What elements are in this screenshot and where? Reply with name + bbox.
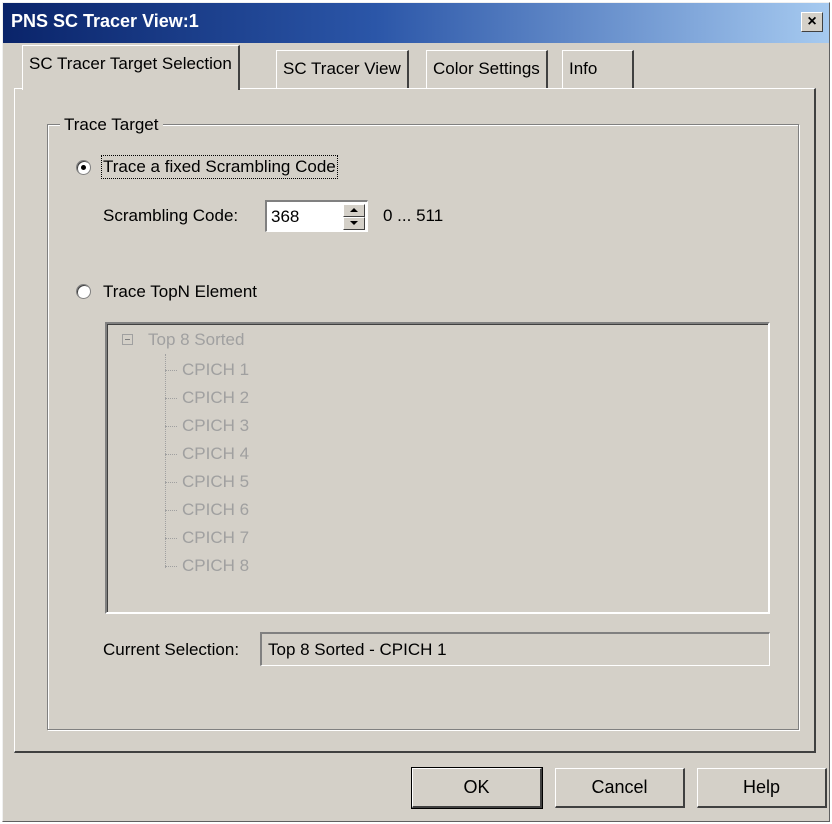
spin-up-icon[interactable] — [343, 204, 365, 217]
trace-topn-radio[interactable] — [76, 284, 91, 299]
current-selection-field: Top 8 Sorted - CPICH 1 — [260, 632, 770, 666]
tree-item-cpich-8[interactable]: CPICH 8 — [165, 556, 249, 576]
current-selection-label: Current Selection: — [103, 640, 240, 659]
tab-color-settings[interactable]: Color Settings — [426, 50, 548, 88]
close-icon: × — [807, 13, 817, 30]
tree-item-cpich-5[interactable]: CPICH 5 — [165, 472, 249, 492]
title-bar[interactable]: PNS SC Tracer View:1 × — [3, 3, 829, 43]
tab-label: SC Tracer Target Selection — [29, 54, 232, 73]
spinner-buttons — [343, 204, 365, 230]
cancel-button[interactable]: Cancel — [555, 768, 685, 808]
scrambling-code-range: 0 ... 511 — [383, 206, 444, 225]
tree-item-cpich-2[interactable]: CPICH 2 — [165, 388, 249, 408]
spin-down-icon[interactable] — [343, 217, 365, 230]
tree-item-cpich-4[interactable]: CPICH 4 — [165, 444, 249, 464]
scrambling-code-value[interactable]: 368 — [271, 207, 299, 227]
tab-label: Info — [569, 59, 598, 78]
tab-label: SC Tracer View — [283, 59, 401, 78]
trace-target-label: Trace Target — [60, 115, 163, 135]
ok-button[interactable]: OK — [411, 767, 543, 809]
close-button[interactable]: × — [801, 12, 823, 32]
trace-fixed-radio[interactable] — [76, 160, 91, 175]
current-selection-value: Top 8 Sorted - CPICH 1 — [268, 640, 447, 659]
tree-item-cpich-1[interactable]: CPICH 1 — [165, 360, 249, 380]
tab-label: Color Settings — [433, 59, 540, 78]
trace-fixed-label[interactable]: Trace a fixed Scrambling Code — [101, 155, 338, 179]
tree-item-cpich-7[interactable]: CPICH 7 — [165, 528, 249, 548]
tree-root-item[interactable]: Top 8 Sorted — [148, 330, 244, 350]
tree-item-cpich-6[interactable]: CPICH 6 — [165, 500, 249, 520]
window-title: PNS SC Tracer View:1 — [11, 11, 199, 31]
tab-info[interactable]: Info — [562, 50, 634, 88]
tab-sc-tracer-view[interactable]: SC Tracer View — [276, 50, 409, 88]
trace-topn-label[interactable]: Trace TopN Element — [103, 282, 257, 302]
help-button[interactable]: Help — [697, 768, 827, 808]
scrambling-code-label: Scrambling Code: — [103, 206, 239, 225]
scrambling-code-stepper[interactable]: 368 — [265, 200, 368, 232]
radio-selected-dot — [81, 165, 86, 170]
tab-sc-tracer-target-selection[interactable]: SC Tracer Target Selection — [22, 45, 240, 90]
tree-item-cpich-3[interactable]: CPICH 3 — [165, 416, 249, 436]
collapse-icon[interactable] — [122, 334, 133, 345]
